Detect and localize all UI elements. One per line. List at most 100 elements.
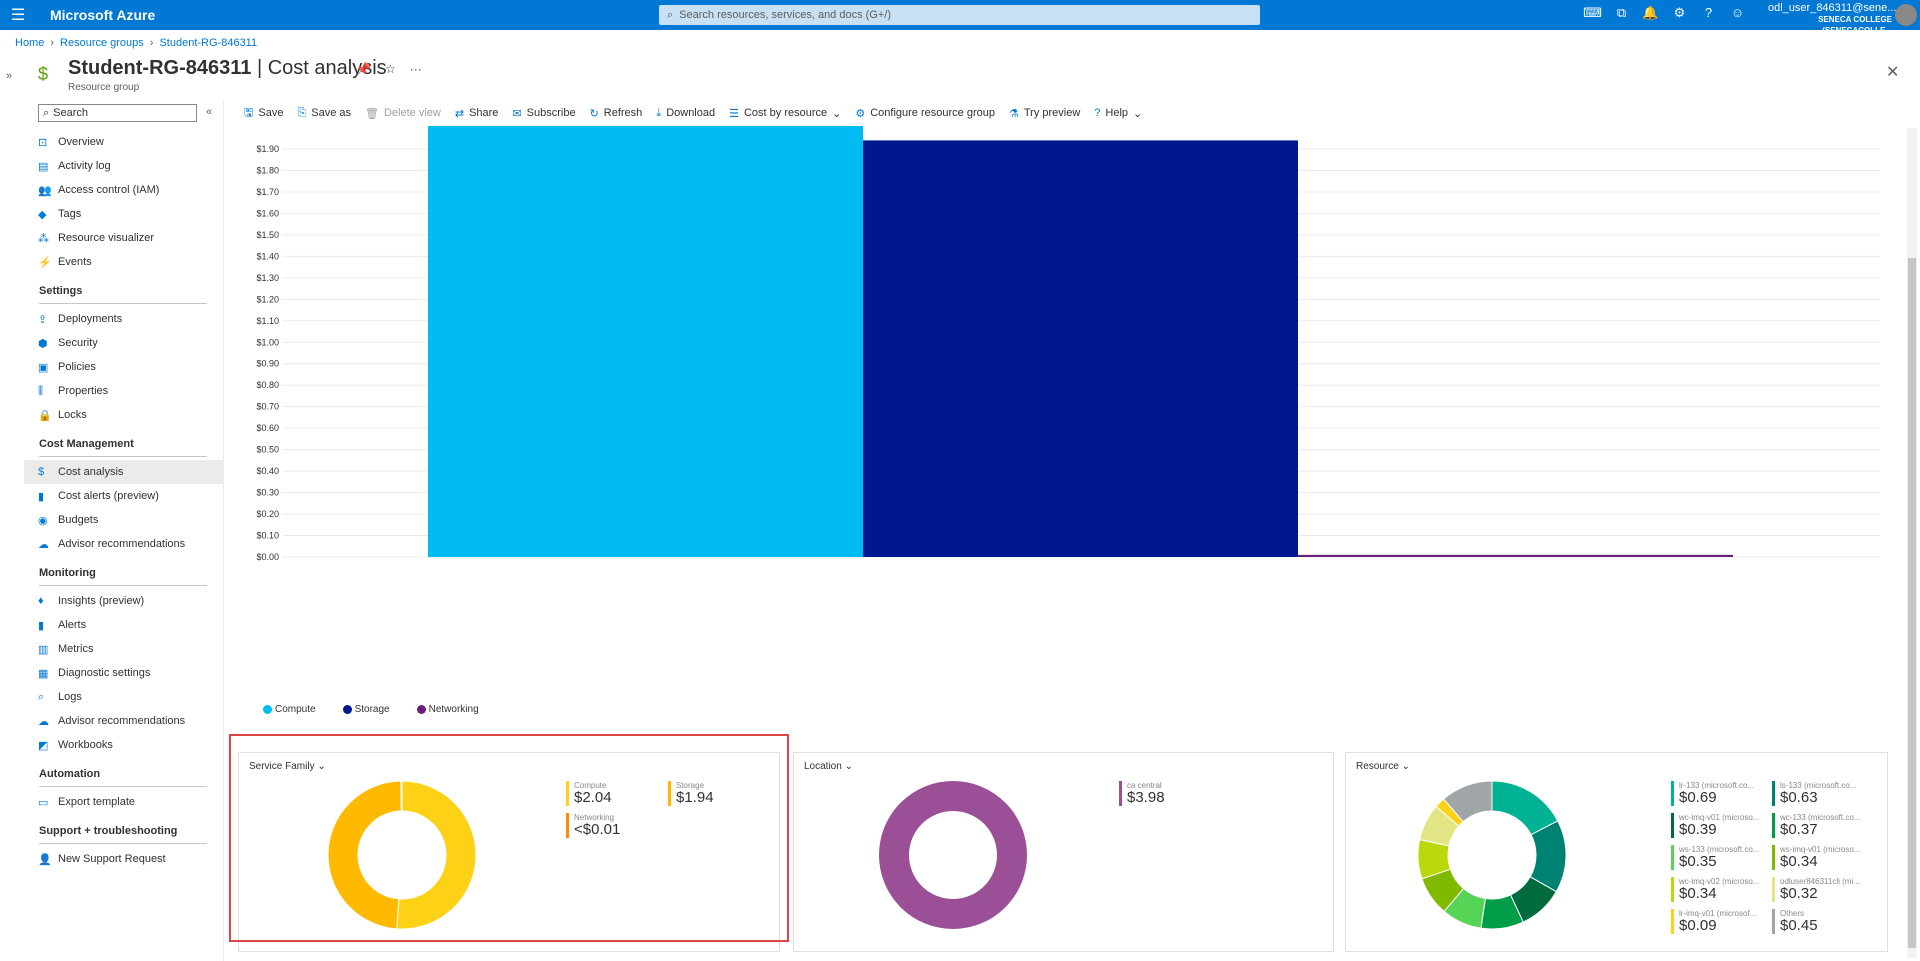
y-tick-label: $0.50 [256,445,279,455]
save-as-button[interactable]: ⎘ Save as [297,107,351,120]
settings-gear-icon[interactable]: ⚙ [1665,5,1694,21]
toolbar-label: Share [469,107,499,119]
sidebar-item-resource-visualizer[interactable]: ⁂ Resource visualizer [24,226,223,250]
sidebar-item-label: Workbooks [58,739,113,751]
menu-search-placeholder: Search [53,107,89,119]
breakdown-item[interactable]: ca central $3.98 [1119,781,1219,806]
page-title-resource: Student-RG-846311 [68,57,252,79]
cost-alerts-icon: ▮ [38,490,45,503]
scrollbar-thumb[interactable] [1908,258,1916,948]
hamburger-menu-icon[interactable]: ☰ [0,5,36,25]
sidebar-item-locks[interactable]: 🔒 Locks [24,403,223,427]
global-search-input[interactable]: ⌕ Search resources, services, and docs (… [659,5,1260,25]
bar-storage[interactable] [863,140,1298,557]
collapse-menu-icon[interactable]: « [206,106,212,118]
breakdown-item[interactable]: lr-133 (microsoft.co... $0.69 [1671,781,1771,806]
subscribe-icon: ✉ [512,107,522,120]
expand-menu-icon[interactable]: » [6,70,12,82]
breadcrumb-resource-group[interactable]: Student-RG-846311 [159,37,257,49]
more-options-icon[interactable]: ··· [410,62,422,76]
bar-compute[interactable] [428,126,863,557]
breadcrumb-home[interactable]: Home [15,37,44,49]
sidebar-item-cost-analysis[interactable]: $ Cost analysis [24,460,223,484]
sidebar-item-label: Locks [58,409,87,421]
sidebar-item-security[interactable]: ⬢ Security [24,331,223,355]
breakdown-item[interactable]: wc-imq-v01 (microso... $0.39 [1671,813,1771,838]
breakdown-item[interactable]: ws-133 (microsoft.co... $0.35 [1671,845,1771,870]
notifications-bell-icon[interactable]: 🔔 [1636,5,1665,21]
resource-dropdown[interactable]: Resource ⌄ [1356,761,1410,772]
sidebar-item-activity-log[interactable]: ▤ Activity log [24,154,223,178]
close-blade-icon[interactable]: ✕ [1886,62,1899,82]
cost-analysis-header-icon: $ [38,64,49,84]
logs-icon: ⌕ [38,690,45,703]
avatar[interactable] [1895,4,1917,26]
breakdown-value: $0.34 [1780,853,1818,870]
sidebar-item-events[interactable]: ⚡ Events [24,250,223,274]
favorite-star-icon[interactable]: ☆ [385,62,396,76]
legend-item[interactable]: Networking [416,704,479,715]
vertical-scrollbar[interactable] [1907,128,1917,958]
legend-label: Storage [354,704,390,715]
title-actions: 📌 ☆ ··· [356,62,422,76]
download-button[interactable]: ⤓ Download [656,107,715,120]
sidebar-item-advisor-recommendations[interactable]: ☁ Advisor recommendations [24,709,223,733]
legend-item[interactable]: Storage [342,704,390,715]
legend-item[interactable]: Compute [263,704,316,715]
refresh-button[interactable]: ↻ Refresh [590,107,643,120]
breakdown-item[interactable]: wc-imq-v02 (microso... $0.34 [1671,877,1771,902]
sidebar-item-metrics[interactable]: ▥ Metrics [24,637,223,661]
configure-resource-group-button[interactable]: ⚙ Configure resource group [855,107,995,120]
breakdown-item[interactable]: wc-133 (microsoft.co... $0.37 [1772,813,1872,838]
chevron-down-icon: ⌄ [1401,761,1410,772]
portal-brand[interactable]: Microsoft Azure [50,7,155,23]
toolbar-label: Download [666,107,716,119]
sidebar-item-export-template[interactable]: ▭ Export template [24,790,223,814]
subscribe-button[interactable]: ✉ Subscribe [512,107,575,120]
breakdown-item[interactable]: Others $0.45 [1772,909,1872,934]
sidebar-item-budgets[interactable]: ◉ Budgets [24,508,223,532]
breadcrumb-resource-groups[interactable]: Resource groups [60,37,144,49]
feedback-icon[interactable]: ☺ [1723,5,1752,21]
sidebar-item-access-control-iam[interactable]: 👥 Access control (IAM) [24,178,223,202]
sidebar-item-policies[interactable]: ▣ Policies [24,355,223,379]
sidebar-item-diagnostic-settings[interactable]: ▦ Diagnostic settings [24,661,223,685]
sidebar-item-alerts[interactable]: ▮ Alerts [24,613,223,637]
y-tick-label: $0.40 [256,466,279,476]
try-preview-button[interactable]: ⚗ Try preview [1009,107,1080,120]
sidebar-item-new-support-request[interactable]: 👤 New Support Request [24,847,223,871]
breakdown-item[interactable]: lr-imq-v01 (microsof... $0.09 [1671,909,1771,934]
list-icon: ☰ [729,107,739,120]
sidebar-item-logs[interactable]: ⌕ Logs [24,685,223,709]
account-info[interactable]: odl_user_846311@sene... SENECA COLLEGE (… [1768,3,1896,36]
save-button[interactable]: 🖫 Save [244,104,283,123]
sidebar-item-deployments[interactable]: ⇪ Deployments [24,307,223,331]
sidebar-item-properties[interactable]: ⫼ Properties [24,379,223,403]
location-dropdown[interactable]: Location ⌄ [804,761,853,772]
directory-filter-icon[interactable]: ⧉ [1607,5,1636,21]
sidebar-item-label: Activity log [58,160,111,172]
menu-search-input[interactable]: ⌕ Search [38,104,197,122]
share-button[interactable]: ⇄ Share [455,107,499,120]
sidebar-item-label: Budgets [58,514,99,526]
deployments-icon: ⇪ [38,313,48,326]
donut-slice[interactable] [879,781,1027,929]
cloud-shell-icon[interactable]: ⌨ [1578,5,1607,21]
breakdown-item[interactable]: ws-imq-v01 (microso... $0.34 [1772,845,1872,870]
pin-icon[interactable]: 📌 [356,62,371,76]
breakdown-item[interactable]: odluser846311cli (mi... $0.32 [1772,877,1872,902]
sidebar-item-overview[interactable]: ⊡ Overview [24,130,223,154]
visualizer-icon: ⁂ [38,232,49,245]
cost-by-resource-button[interactable]: ☰ Cost by resource ⌄ [729,107,841,120]
sidebar-item-advisor-recommendations[interactable]: ☁ Advisor recommendations [24,532,223,556]
sidebar-item-workbooks[interactable]: ◩ Workbooks [24,733,223,757]
breakdown-item[interactable]: ls-133 (microsoft.co... $0.63 [1772,781,1872,806]
menu-section-cost-management: Cost Management [39,438,134,450]
sidebar-item-insights-preview[interactable]: ♦ Insights (preview) [24,589,223,613]
breakdown-value: $0.32 [1780,885,1818,902]
help-button[interactable]: ? Help ⌄ [1094,107,1142,120]
help-icon[interactable]: ? [1694,5,1723,21]
sidebar-item-tags[interactable]: ◆ Tags [24,202,223,226]
sidebar-item-cost-alerts-preview[interactable]: ▮ Cost alerts (preview) [24,484,223,508]
bar-networking[interactable] [1298,554,1733,557]
